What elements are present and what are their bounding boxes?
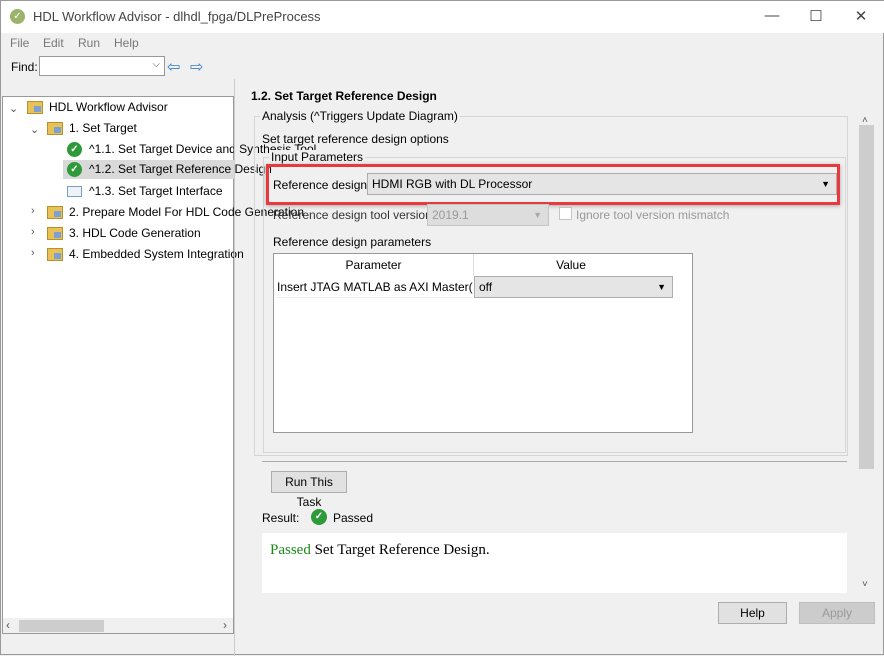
result-label: Result: bbox=[262, 511, 300, 525]
close-button[interactable]: ✕ bbox=[846, 7, 876, 25]
find-input[interactable]: ⌵ bbox=[39, 56, 165, 76]
chevron-down-icon[interactable]: ⌄ bbox=[30, 123, 39, 136]
chevron-right-icon[interactable]: › bbox=[31, 205, 35, 217]
apply-button[interactable]: Apply bbox=[799, 602, 875, 624]
arrow-left-icon[interactable]: ⇦ bbox=[167, 57, 180, 77]
input-parameters-legend: Input Parameters bbox=[269, 150, 366, 164]
reference-design-label: Reference design: bbox=[273, 178, 371, 192]
tool-version-value: 2019.1 bbox=[432, 208, 469, 222]
report-area: Passed Set Target Reference Design. bbox=[262, 533, 847, 593]
chevron-down-icon[interactable]: ⌄ bbox=[9, 102, 18, 115]
menu-file[interactable]: File bbox=[10, 36, 29, 50]
tree-item-embedded[interactable]: 4. Embedded System Integration bbox=[47, 245, 244, 264]
chevron-down-icon: ⌵ bbox=[152, 59, 160, 70]
title-bar: ✓ HDL Workflow Advisor - dlhdl_fpga/DLPr… bbox=[1, 1, 884, 33]
minimize-button[interactable]: — bbox=[757, 7, 787, 24]
result-value: Passed bbox=[333, 511, 374, 525]
scrollbar-thumb[interactable] bbox=[19, 620, 104, 632]
tree-item-1-2[interactable]: ✓ ^1.2. Set Target Reference Design bbox=[63, 160, 272, 179]
menu-help[interactable]: Help bbox=[114, 36, 139, 50]
tool-version-label: Reference design tool version: bbox=[273, 208, 436, 222]
tree-item-set-target[interactable]: 1. Set Target bbox=[47, 119, 137, 138]
column-header-parameter: Parameter bbox=[274, 254, 474, 276]
chevron-right-icon[interactable]: › bbox=[31, 226, 35, 238]
scroll-left-icon[interactable]: ‹ bbox=[6, 618, 10, 632]
reference-design-value: HDMI RGB with DL Processor bbox=[372, 177, 533, 191]
table-cell-value-dropdown[interactable]: off ▼ bbox=[474, 276, 673, 298]
description: Set target reference design options bbox=[262, 132, 449, 146]
chevron-right-icon[interactable]: › bbox=[31, 247, 35, 259]
scroll-right-icon[interactable]: › bbox=[223, 618, 227, 632]
maximize-button[interactable]: ☐ bbox=[801, 7, 831, 25]
dropdown-arrow-icon: ▼ bbox=[657, 282, 666, 292]
window-title: HDL Workflow Advisor - dlhdl_fpga/DLPreP… bbox=[33, 9, 321, 24]
tree-label: 3. HDL Code Generation bbox=[69, 226, 201, 240]
passed-check-icon: ✓ bbox=[67, 162, 82, 178]
arrow-right-icon[interactable]: ⇨ bbox=[190, 57, 203, 77]
help-button[interactable]: Help bbox=[718, 602, 787, 624]
tree-label: 4. Embedded System Integration bbox=[69, 247, 244, 261]
tool-version-dropdown[interactable]: 2019.1 ▼ bbox=[427, 204, 549, 226]
folder-icon bbox=[27, 101, 43, 115]
scrollbar-thumb[interactable] bbox=[859, 125, 874, 469]
folder-icon bbox=[47, 227, 63, 241]
dropdown-arrow-icon: ▼ bbox=[533, 210, 542, 220]
passed-check-icon: ✓ bbox=[311, 509, 327, 525]
ignore-mismatch-label: Ignore tool version mismatch bbox=[576, 208, 730, 222]
parameters-table: Parameter Value Insert JTAG MATLAB as AX… bbox=[273, 253, 693, 433]
ignore-mismatch-checkbox[interactable] bbox=[559, 207, 572, 220]
folder-icon bbox=[47, 248, 63, 262]
params-label: Reference design parameters bbox=[273, 235, 432, 249]
page-title: 1.2. Set Target Reference Design bbox=[251, 89, 437, 103]
analysis-legend: Analysis (^Triggers Update Diagram) bbox=[260, 109, 460, 123]
app-icon: ✓ bbox=[10, 9, 25, 24]
tree-root[interactable]: HDL Workflow Advisor bbox=[27, 98, 168, 117]
report-status: Passed bbox=[270, 542, 311, 558]
tree-item-code-gen[interactable]: 3. HDL Code Generation bbox=[47, 224, 201, 243]
task-list-icon bbox=[67, 186, 82, 198]
dropdown-arrow-icon: ▼ bbox=[821, 179, 830, 189]
folder-icon bbox=[47, 206, 63, 220]
folder-icon bbox=[47, 122, 63, 136]
table-cell-parameter: Insert JTAG MATLAB as AXI Master(H... bbox=[277, 276, 473, 298]
value-text: off bbox=[479, 280, 493, 294]
tree-item-1-3[interactable]: ^1.3. Set Target Interface bbox=[67, 182, 223, 201]
scroll-down-icon[interactable]: ˅ bbox=[862, 579, 868, 590]
workflow-tree: ⌄ HDL Workflow Advisor ⌄ 1. Set Target ✓… bbox=[2, 96, 316, 634]
passed-check-icon: ✓ bbox=[67, 142, 82, 158]
splitter[interactable] bbox=[234, 79, 235, 656]
column-header-value: Value bbox=[556, 258, 586, 272]
tree-label: ^1.3. Set Target Interface bbox=[89, 184, 223, 198]
find-label: Find: bbox=[11, 60, 38, 74]
scroll-up-icon[interactable]: ˄ bbox=[862, 115, 868, 126]
report-text: Set Target Reference Design. bbox=[310, 542, 490, 558]
reference-design-dropdown[interactable]: HDMI RGB with DL Processor ▼ bbox=[367, 173, 837, 195]
tree-label: 1. Set Target bbox=[69, 121, 137, 135]
menu-edit[interactable]: Edit bbox=[43, 36, 64, 50]
tree-label: HDL Workflow Advisor bbox=[49, 100, 168, 114]
run-task-button[interactable]: Run This Task bbox=[271, 471, 347, 509]
divider bbox=[262, 461, 847, 462]
menu-run[interactable]: Run bbox=[78, 36, 100, 50]
tree-label: ^1.2. Set Target Reference Design bbox=[89, 162, 272, 176]
